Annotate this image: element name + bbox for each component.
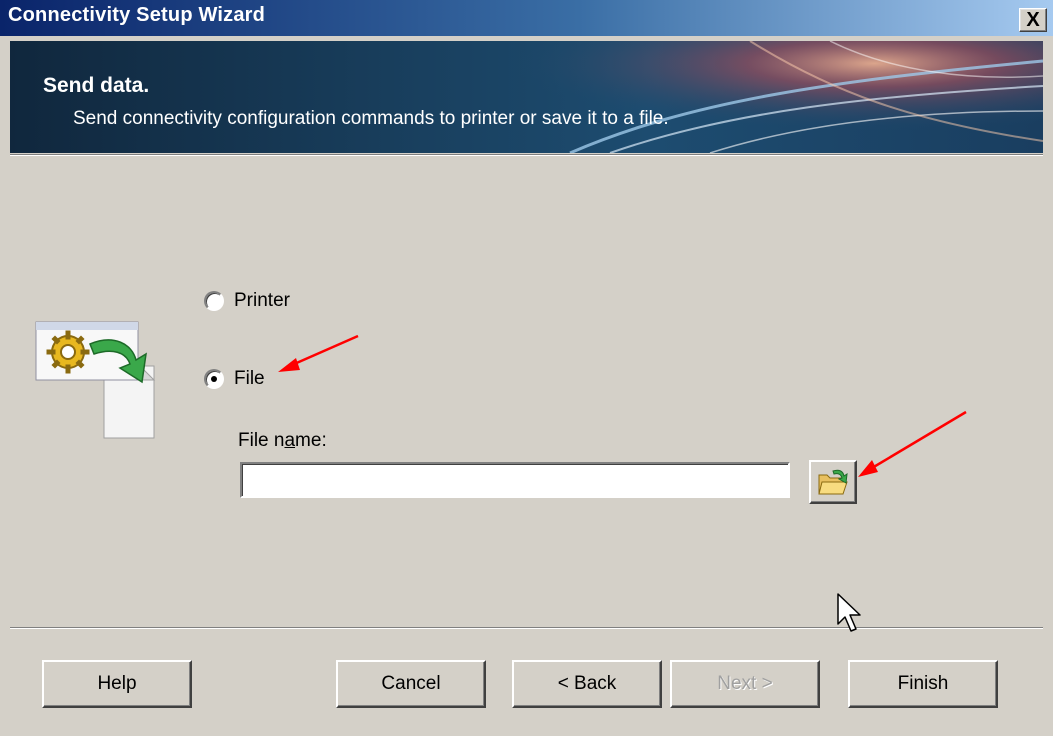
finish-button[interactable]: Finish (848, 660, 998, 708)
page-title: Send data. (43, 74, 150, 97)
option-printer[interactable]: Printer (204, 290, 290, 312)
title-bar: Connectivity Setup Wizard X (0, 0, 1053, 36)
footer-divider (10, 627, 1043, 629)
annotation-arrow (858, 410, 967, 477)
page-subtitle: Send connectivity configuration commands… (73, 108, 669, 129)
close-icon: X (1026, 9, 1040, 31)
header-banner-art (440, 41, 1043, 153)
file-name-input[interactable] (240, 462, 790, 498)
help-button[interactable]: Help (42, 660, 192, 708)
file-name-label: File name: (238, 430, 327, 451)
cancel-button[interactable]: Cancel (336, 660, 486, 708)
file-radio-label: File (234, 368, 265, 389)
browse-button[interactable] (809, 460, 857, 504)
option-file[interactable]: File (204, 368, 265, 390)
next-button: Next > (670, 660, 820, 708)
close-button[interactable]: X (1019, 8, 1047, 32)
printer-radio[interactable] (204, 291, 224, 311)
header-divider (10, 154, 1043, 156)
wizard-header: Send data. Send connectivity configurati… (10, 41, 1043, 153)
file-radio[interactable] (204, 369, 224, 389)
back-button[interactable]: < Back (512, 660, 662, 708)
window-title: Connectivity Setup Wizard (8, 4, 266, 26)
radio-selected-dot (211, 376, 217, 382)
mouse-cursor-icon (837, 593, 861, 632)
annotation-arrow (278, 334, 359, 372)
open-folder-icon (818, 469, 848, 495)
config-export-icon (35, 321, 156, 439)
printer-radio-label: Printer (234, 290, 290, 311)
